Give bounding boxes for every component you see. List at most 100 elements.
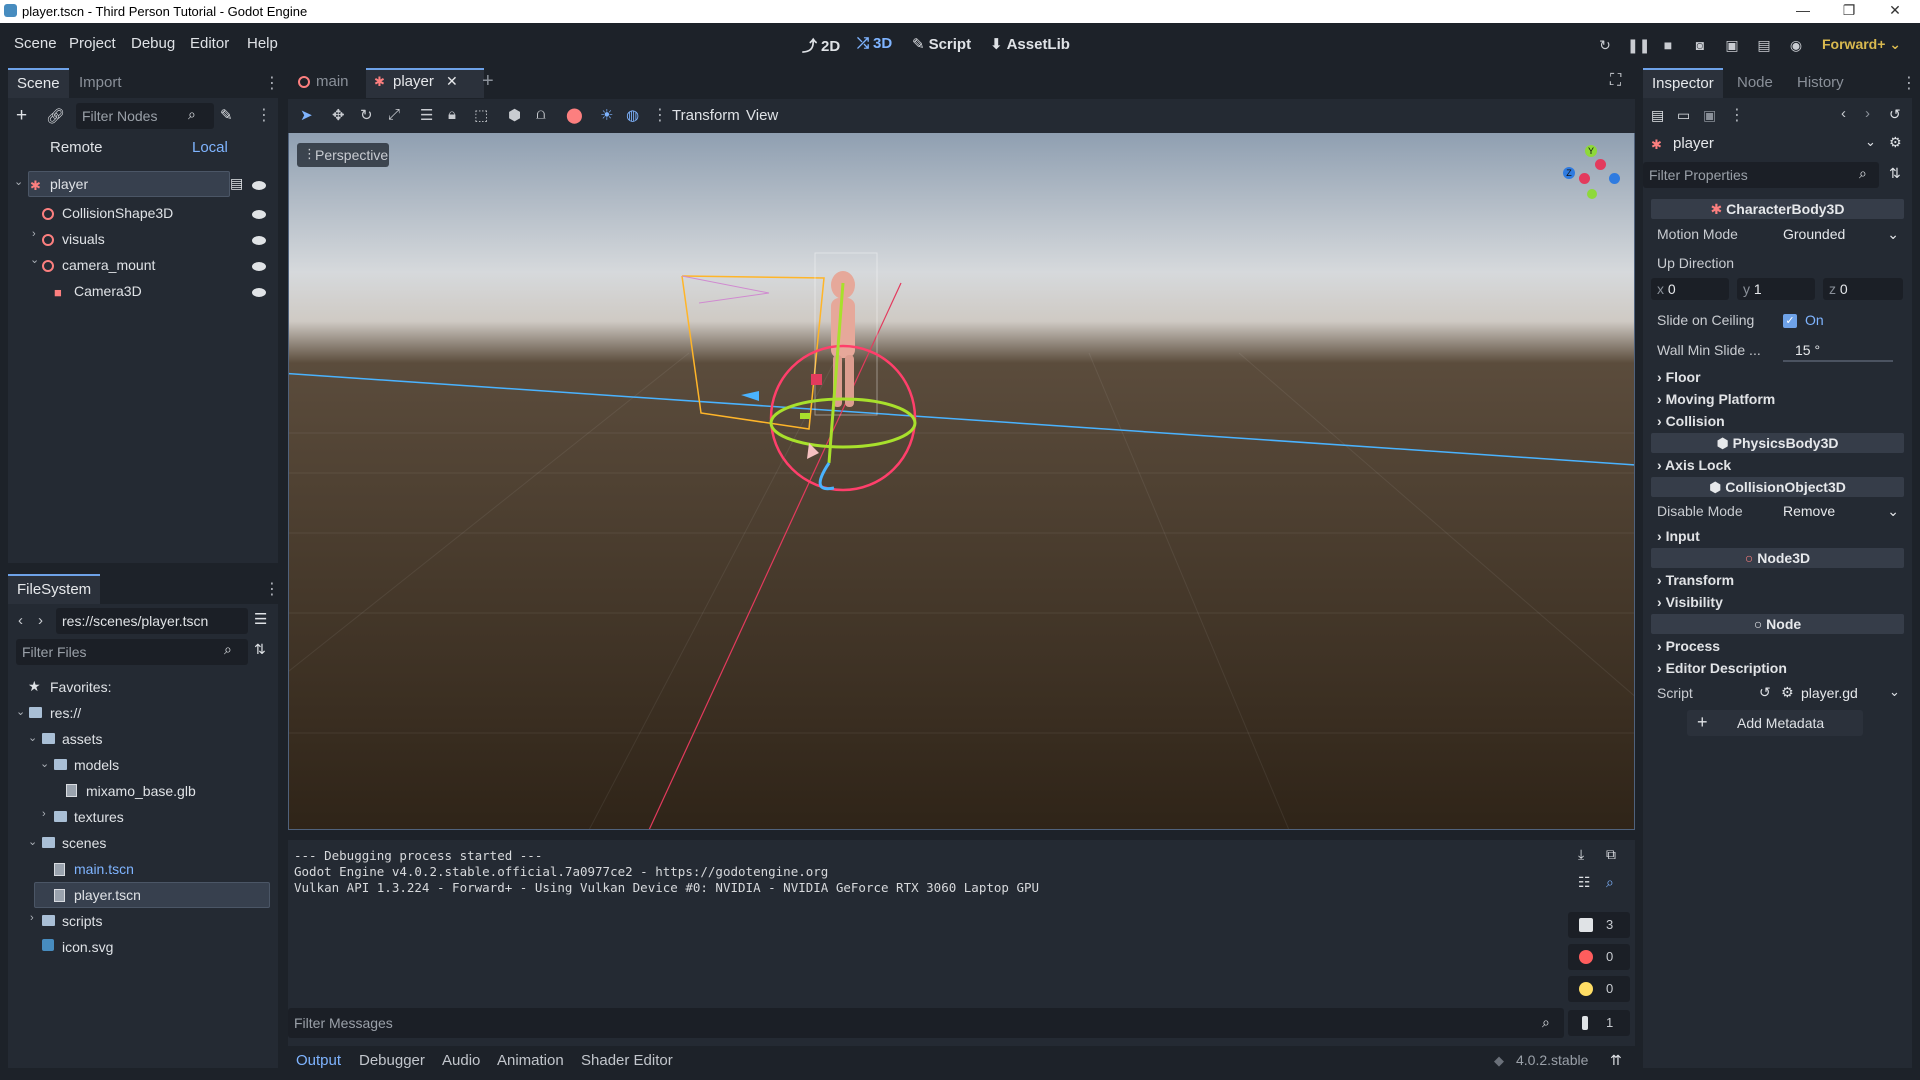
- select-tool-icon[interactable]: ➤: [300, 106, 313, 124]
- collapse-arrow-icon[interactable]: ⌄: [30, 253, 39, 266]
- perspective-menu[interactable]: ⋮ Perspective: [297, 143, 389, 167]
- up-direction-x-field[interactable]: x 0: [1651, 278, 1729, 300]
- close-tab-icon[interactable]: ✕: [446, 73, 458, 90]
- collapse-arrow-icon[interactable]: ⌄: [16, 705, 25, 718]
- expand-arrow-icon[interactable]: ›: [42, 808, 46, 820]
- disable-mode-dropdown[interactable]: Remove ⌄: [1783, 499, 1903, 523]
- errors-count-badge[interactable]: 0: [1568, 944, 1630, 970]
- tab-scene[interactable]: Scene: [8, 68, 69, 98]
- menu-project[interactable]: Project: [69, 35, 116, 52]
- fs-item-assets[interactable]: assets: [62, 726, 102, 752]
- filter-messages-input[interactable]: Filter Messages: [288, 1008, 1564, 1038]
- menu-help[interactable]: Help: [247, 35, 278, 52]
- tab-output[interactable]: Output: [296, 1052, 341, 1069]
- camera-preview-icon[interactable]: ⬤: [566, 106, 583, 124]
- warnings-count-badge[interactable]: 0: [1568, 976, 1630, 1002]
- fs-item-models[interactable]: models: [74, 752, 119, 778]
- resource-menu-icon[interactable]: ⋮: [1729, 105, 1745, 125]
- fs-item-mixamo[interactable]: mixamo_base.glb: [86, 778, 196, 804]
- section-moving-platform[interactable]: › Moving Platform: [1657, 389, 1775, 409]
- play-scene-icon[interactable]: ▣: [1722, 35, 1742, 55]
- wall-min-slide-slider[interactable]: [1783, 360, 1893, 362]
- node-docs-icon[interactable]: ⚙: [1889, 134, 1902, 151]
- gizmo-neg-x-axis[interactable]: [1579, 173, 1590, 184]
- section-floor[interactable]: › Floor: [1657, 367, 1701, 387]
- tab-inspector[interactable]: Inspector: [1643, 68, 1723, 98]
- tab-debugger[interactable]: Debugger: [359, 1052, 425, 1069]
- local-space-icon[interactable]: ⬢: [508, 106, 521, 124]
- visibility-eye-icon[interactable]: [252, 236, 266, 245]
- gizmo-x-axis[interactable]: [1595, 159, 1606, 170]
- sun-preview-icon[interactable]: ☀: [600, 106, 613, 124]
- group-icon[interactable]: ⬚: [474, 106, 488, 124]
- fs-item-textures[interactable]: textures: [74, 804, 124, 830]
- fs-selected-row[interactable]: [34, 882, 270, 908]
- chevron-down-icon[interactable]: ⌄: [1865, 134, 1876, 150]
- menu-scene[interactable]: Scene: [14, 35, 57, 52]
- tree-node-camera3d[interactable]: Camera3D: [74, 278, 142, 304]
- list-select-icon[interactable]: ☰: [420, 106, 433, 124]
- remote-tab[interactable]: Remote: [50, 139, 103, 156]
- sort-icon[interactable]: ⇅: [254, 641, 266, 658]
- motion-mode-dropdown[interactable]: Grounded ⌄: [1783, 222, 1903, 246]
- chevron-down-icon[interactable]: ⌄: [1889, 684, 1900, 700]
- new-resource-icon[interactable]: ▤: [1651, 107, 1664, 124]
- renderer-selector[interactable]: Forward+ ⌄: [1822, 36, 1901, 53]
- version-label[interactable]: 4.0.2.stable: [1516, 1052, 1588, 1068]
- fs-item-icon-svg[interactable]: icon.svg: [62, 934, 113, 960]
- up-direction-y-field[interactable]: y 1: [1737, 278, 1815, 300]
- fs-item-scripts[interactable]: scripts: [62, 908, 102, 934]
- fs-item-main-tscn[interactable]: main.tscn: [74, 856, 134, 882]
- 3d-viewport[interactable]: ⋮ Perspective Y Z: [288, 133, 1635, 830]
- collapse-messages-icon[interactable]: ☷: [1578, 874, 1591, 891]
- scene-menu-icon[interactable]: ⋮: [256, 105, 272, 125]
- section-process[interactable]: › Process: [1657, 636, 1720, 656]
- menu-debug[interactable]: Debug: [131, 35, 175, 52]
- tab-shader-editor[interactable]: Shader Editor: [581, 1052, 673, 1069]
- script-resource-picker[interactable]: player.gd: [1801, 681, 1858, 705]
- section-transform[interactable]: › Transform: [1657, 570, 1734, 590]
- mode-assetlib-button[interactable]: ⬇ AssetLib: [990, 35, 1070, 53]
- play-custom-scene-icon[interactable]: ▤: [1754, 35, 1774, 55]
- link-icon[interactable]: 🔗︎: [46, 107, 65, 125]
- section-editor-description[interactable]: › Editor Description: [1657, 658, 1787, 678]
- inspector-options-icon[interactable]: ⇅: [1889, 165, 1901, 182]
- local-tab[interactable]: Local: [192, 139, 228, 156]
- add-node-icon[interactable]: +: [16, 105, 27, 127]
- tab-import[interactable]: Import: [70, 68, 131, 98]
- preview-settings-icon[interactable]: ⋮: [652, 105, 668, 125]
- scale-tool-icon[interactable]: ⤢: [388, 106, 400, 123]
- attach-script-icon[interactable]: ✎: [220, 106, 233, 124]
- dock-menu-icon[interactable]: ⋮: [1901, 73, 1917, 93]
- visibility-eye-icon[interactable]: [252, 210, 266, 219]
- fs-item-res[interactable]: res://: [50, 700, 81, 726]
- revert-icon[interactable]: ↺: [1759, 684, 1771, 701]
- info-count-badge[interactable]: 1: [1568, 1010, 1630, 1036]
- section-collision[interactable]: › Collision: [1657, 411, 1725, 431]
- gizmo-neg-y-axis[interactable]: [1587, 189, 1597, 199]
- search-icon[interactable]: ⌕: [1606, 874, 1614, 891]
- back-arrow-icon[interactable]: ‹: [18, 612, 23, 629]
- visibility-eye-icon[interactable]: [252, 288, 266, 297]
- visibility-eye-icon[interactable]: [252, 262, 266, 271]
- rotate-tool-icon[interactable]: ↻: [360, 106, 373, 124]
- section-input[interactable]: › Input: [1657, 526, 1700, 546]
- tab-history[interactable]: History: [1788, 68, 1853, 98]
- path-field[interactable]: res://scenes/player.tscn: [56, 608, 248, 634]
- split-view-icon[interactable]: ☰: [254, 610, 267, 628]
- gizmo-neg-z-axis[interactable]: [1609, 173, 1620, 184]
- move-tool-icon[interactable]: ✥: [332, 106, 345, 124]
- gizmo-z-axis[interactable]: Z: [1563, 167, 1575, 179]
- pin-output-icon[interactable]: ⤓: [1578, 846, 1584, 863]
- tab-filesystem[interactable]: FileSystem: [8, 574, 101, 604]
- movie-maker-icon[interactable]: ◉: [1786, 35, 1806, 55]
- view-menu[interactable]: View: [746, 107, 778, 124]
- history-back-icon[interactable]: ‹: [1841, 105, 1846, 122]
- add-metadata-button[interactable]: + Add Metadata: [1687, 710, 1863, 736]
- stop-icon[interactable]: ■: [1658, 35, 1678, 55]
- collapse-arrow-icon[interactable]: ⌄: [28, 731, 37, 744]
- dock-menu-icon[interactable]: ⋮: [264, 579, 280, 599]
- lock-icon[interactable]: 🔒︎: [448, 106, 456, 123]
- tab-node[interactable]: Node: [1728, 68, 1782, 98]
- messages-count-badge[interactable]: 3: [1568, 912, 1630, 938]
